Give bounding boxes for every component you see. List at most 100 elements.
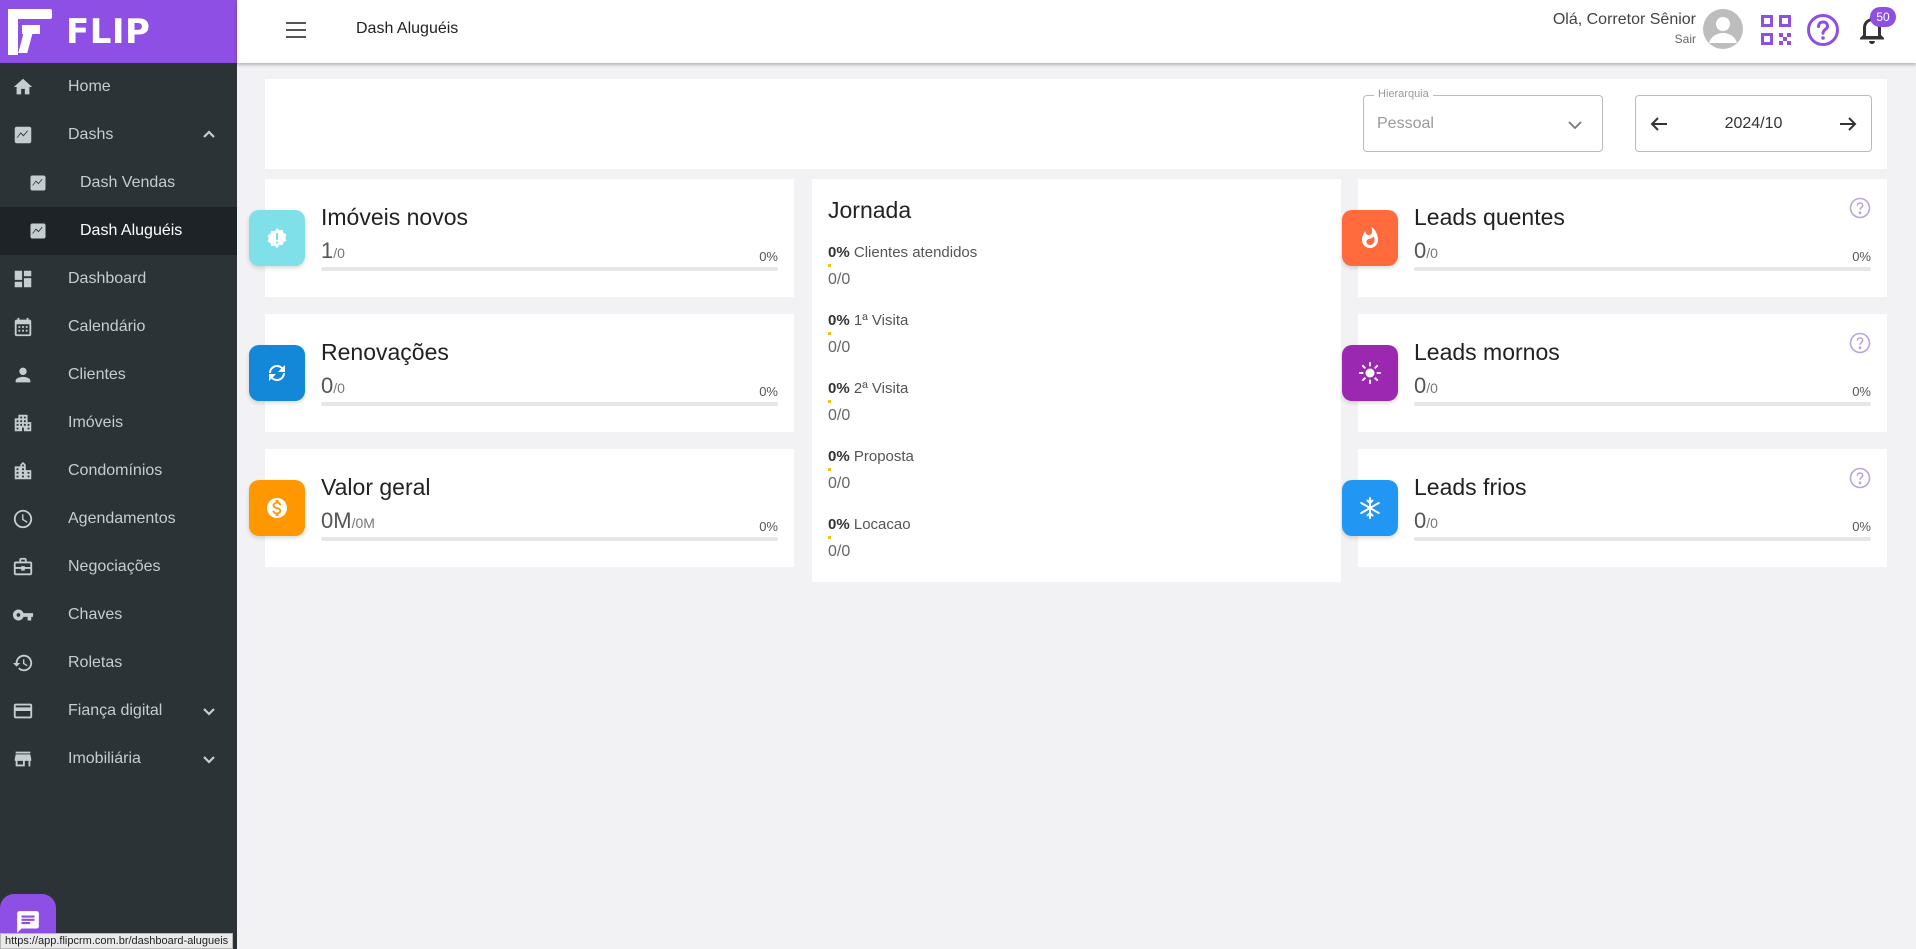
rotate-icon [11,651,35,675]
help-button[interactable] [1806,13,1840,47]
chart-box-icon [26,171,50,195]
logout-link[interactable]: Sair [1553,32,1696,46]
chevron-down-icon [1566,116,1584,134]
brand-name: FLIP [66,11,151,52]
kpi-percent: 0% [1852,249,1871,264]
kpi-value: 1/0 [321,238,345,264]
sidebar-item-imoveis[interactable]: Imóveis [0,399,237,447]
help-circle-icon[interactable] [1849,332,1871,354]
sidebar-item-dashs[interactable]: Dashs [0,111,237,159]
kpi-title: Imóveis novos [321,204,469,230]
kpi-card-valor-geral[interactable]: Valor geral 0M/0M 0% [249,449,794,567]
stage-label: 1ª Visita [853,312,909,329]
stage-label: 2ª Visita [853,380,909,397]
sidebar-item-label: Fiança digital [68,702,163,719]
kpi-percent: 0% [759,519,778,534]
kpi-progress-bar [321,537,778,541]
help-circle-icon[interactable] [1849,197,1871,219]
flip-logo-icon [8,8,52,55]
kpi-card-leads-frios[interactable]: Leads frios 0/0 0% [1342,449,1887,567]
period-selector: 2024/10 [1635,95,1872,152]
chart-icon [11,123,35,147]
kpi-value-denominator: /0 [1426,515,1438,531]
brand-header[interactable]: FLIP [0,0,237,63]
stage-header: 0% Locacao [828,516,1328,533]
sidebar-item-dash-vendas[interactable]: Dash Vendas [0,159,237,207]
chart-box-icon [26,219,50,243]
chevron-up-icon[interactable] [201,127,217,143]
key-icon [11,603,35,627]
sidebar-item-negociacoes[interactable]: Negociações [0,543,237,591]
alert-badge-icon [267,228,287,248]
kpi-icon-box [249,480,305,536]
help-circle-icon[interactable] [1849,467,1871,489]
sidebar-item-imobiliaria[interactable]: Imobiliária [0,735,237,783]
kpi-value-number: 0 [1414,373,1427,398]
sidebar-item-home[interactable]: Home [0,63,237,111]
user-greeting: Olá, Corretor Sênior Sair [1553,11,1696,46]
kpi-icon-box [1342,480,1398,536]
stage-header: 0% Clientes atendidos [828,244,1328,261]
sidebar-item-label: Dashs [68,126,114,143]
avatar[interactable] [1703,9,1743,49]
stage-header: 0% 1ª Visita [828,312,1328,329]
help-circle-icon [1807,14,1839,46]
sidebar-item-condominios[interactable]: Condomínios [0,447,237,495]
kpi-value: 0/0 [321,373,345,399]
calendar-icon [11,315,35,339]
hierarchy-select[interactable]: Hierarquia Pessoal [1363,88,1603,152]
chevron-down-icon[interactable] [201,703,217,719]
page-title: Dash Aluguéis [356,20,459,37]
kpi-title: Leads mornos [1414,339,1560,365]
kpi-value-denominator: /0 [333,245,345,261]
hierarchy-label: Hierarquia [1374,88,1433,100]
sidebar-item-label: Dash Vendas [80,174,176,191]
stage-progress-bar [828,264,831,267]
arrow-right-icon[interactable] [1837,113,1859,135]
notifications-badge: 50 [1870,7,1896,27]
stage-count: 0/0 [828,271,851,288]
sidebar-item-dashboard[interactable]: Dashboard [0,255,237,303]
sidebar-item-label: Negociações [68,558,161,575]
hierarchy-value: Pessoal [1377,115,1434,132]
sidebar-item-agendamentos[interactable]: Agendamentos [0,495,237,543]
greeting-text: Olá, Corretor Sênior [1552,11,1696,28]
kpi-value: 0/0 [1414,508,1438,534]
sidebar: FLIP Home Dashs Dash Vendas Dash Aluguéi… [0,0,237,949]
jornada-stage: 0% Proposta 0/0 [828,448,1328,493]
kpi-card-leads-mornos[interactable]: Leads mornos 0/0 0% [1342,314,1887,432]
status-url: https://app.flipcrm.com.br/dashboard-alu… [0,933,234,949]
sidebar-item-roletas[interactable]: Roletas [0,639,237,687]
condo-icon [11,459,35,483]
stage-count: 0/0 [828,543,851,560]
sidebar-item-label: Agendamentos [68,510,176,527]
sidebar-item-label: Dash Aluguéis [80,222,183,239]
sidebar-item-label: Condomínios [68,462,163,479]
card-icon [11,699,35,723]
qr-code-button[interactable] [1759,13,1793,47]
sidebar-item-fianca-digital[interactable]: Fiança digital [0,687,237,735]
kpi-card-imoveis-novos[interactable]: Imóveis novos 1/0 0% [249,179,794,297]
kpi-progress-bar [321,402,778,406]
chevron-down-icon[interactable] [201,751,217,767]
stage-label: Locacao [853,516,911,533]
kpi-percent: 0% [1852,384,1871,399]
kpi-title: Renovações [321,339,449,365]
kpi-card-leads-quentes[interactable]: Leads quentes 0/0 0% [1342,179,1887,297]
stage-percent: 0% [828,244,850,261]
sidebar-item-chaves[interactable]: Chaves [0,591,237,639]
stage-count: 0/0 [828,339,851,356]
home-icon [11,75,35,99]
kpi-card-renovacoes[interactable]: Renovações 0/0 0% [249,314,794,432]
sidebar-item-calendario[interactable]: Calendário [0,303,237,351]
menu-toggle-icon[interactable] [286,22,306,38]
clock-icon [11,507,35,531]
kpi-progress-bar [321,267,778,271]
sidebar-item-dash-alugueis[interactable]: Dash Aluguéis [0,207,237,255]
sidebar-item-clientes[interactable]: Clientes [0,351,237,399]
kpi-percent: 0% [759,384,778,399]
kpi-value: 0/0 [1414,373,1438,399]
dashboard-icon [11,267,35,291]
period-value: 2024/10 [1724,115,1783,132]
person-icon [11,363,35,387]
